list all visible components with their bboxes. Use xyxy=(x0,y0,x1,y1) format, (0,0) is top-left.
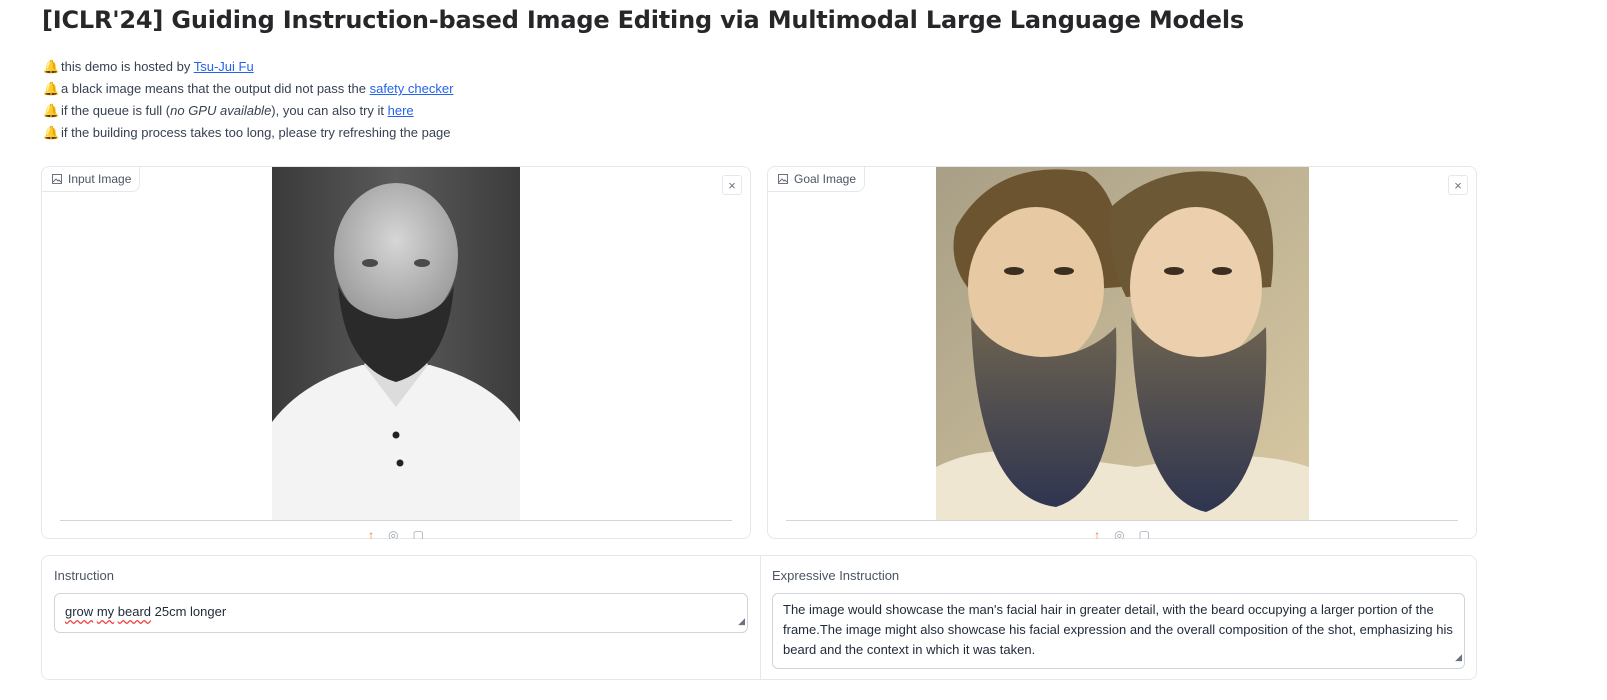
panel-divider xyxy=(60,520,732,521)
clipboard-icon[interactable]: ▢ xyxy=(413,529,424,539)
note-item: 🔔 this demo is hosted by Tsu-Jui Fu xyxy=(43,56,453,78)
bell-icon: 🔔 xyxy=(43,125,60,140)
upload-icon[interactable]: ↑ xyxy=(1094,529,1100,539)
instruction-form: Instruction grow my beard 25cm longer ◢ … xyxy=(41,555,1477,680)
input-image-clear-button[interactable]: × xyxy=(722,175,742,195)
webcam-icon[interactable]: ◎ xyxy=(388,529,398,539)
input-photo xyxy=(272,167,520,520)
bell-icon: 🔔 xyxy=(43,81,60,96)
clipboard-icon[interactable]: ▢ xyxy=(1139,529,1150,539)
expressive-instruction-textarea[interactable]: The image would showcase the man's facia… xyxy=(772,593,1465,669)
image-icon xyxy=(52,174,62,184)
goal-image-label: Goal Image xyxy=(768,167,866,192)
input-image-label: Input Image xyxy=(42,167,141,192)
close-icon: × xyxy=(728,177,736,193)
try-here-link[interactable]: here xyxy=(388,103,414,118)
notes-list: 🔔 this demo is hosted by Tsu-Jui Fu 🔔 a bl… xyxy=(43,56,453,144)
resize-handle-icon[interactable]: ◢ xyxy=(738,611,745,631)
image-icon xyxy=(778,174,788,184)
input-image-panel[interactable]: Input Image × ↑ ◎ ▢ xyxy=(41,166,751,539)
host-link[interactable]: Tsu-Jui Fu xyxy=(194,59,254,74)
expressive-instruction-label: Expressive Instruction xyxy=(772,568,900,583)
goal-photo xyxy=(936,167,1309,520)
bell-icon: 🔔 xyxy=(43,103,60,118)
note-item: 🔔 a black image means that the output did… xyxy=(43,78,453,100)
input-image-toolbar: ↑ ◎ ▢ xyxy=(42,529,750,539)
bell-icon: 🔔 xyxy=(43,59,60,74)
instruction-label: Instruction xyxy=(54,568,114,583)
safety-checker-link[interactable]: safety checker xyxy=(370,81,454,96)
webcam-icon[interactable]: ◎ xyxy=(1114,529,1124,539)
goal-image-toolbar: ↑ ◎ ▢ xyxy=(768,529,1476,539)
note-item: 🔔 if the building process takes too long,… xyxy=(43,122,453,144)
page-title: [ICLR'24] Guiding Instruction-based Imag… xyxy=(42,6,1244,34)
column-divider xyxy=(760,556,761,679)
resize-handle-icon[interactable]: ◢ xyxy=(1455,647,1462,667)
panel-divider xyxy=(786,520,1458,521)
goal-image-panel[interactable]: Goal Image × ↑ ◎ ▢ xyxy=(767,166,1477,539)
close-icon: × xyxy=(1454,177,1462,193)
goal-image-clear-button[interactable]: × xyxy=(1448,175,1468,195)
instruction-input[interactable]: grow my beard 25cm longer ◢ xyxy=(54,593,748,633)
note-item: 🔔 if the queue is full (no GPU available)… xyxy=(43,100,453,122)
upload-icon[interactable]: ↑ xyxy=(368,529,374,539)
